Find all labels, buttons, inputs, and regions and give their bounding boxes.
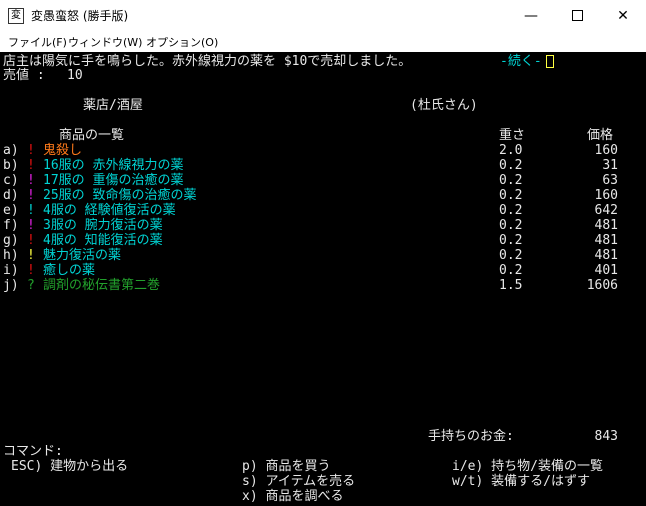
- item-price: 481: [594, 233, 618, 248]
- item-price: 160: [594, 188, 618, 203]
- item-mark-icon: ?: [27, 278, 35, 293]
- app-icon[interactable]: 変: [8, 8, 24, 24]
- item-key[interactable]: b): [3, 158, 19, 173]
- item-price: 160: [594, 143, 618, 158]
- sale-price-value: 10: [67, 68, 83, 83]
- item-weight: 0.2: [499, 218, 523, 233]
- menu-file[interactable]: ファイル(F): [8, 34, 67, 50]
- item-name: 癒しの薬: [43, 263, 96, 278]
- item-name: 4服の 知能復活の薬: [43, 233, 163, 248]
- command-sell[interactable]: s) アイテムを売る: [242, 474, 355, 489]
- item-key[interactable]: e): [3, 203, 19, 218]
- maximize-button[interactable]: [554, 0, 600, 31]
- menu-window[interactable]: ウィンドウ(W): [68, 34, 142, 50]
- more-prompt: -続く-: [500, 54, 542, 69]
- minimize-button[interactable]: —: [508, 0, 554, 31]
- item-mark-icon: !: [27, 233, 35, 248]
- item-price: 1606: [586, 278, 618, 293]
- close-button[interactable]: ✕: [600, 0, 646, 31]
- item-name: 25服の 致命傷の治癒の薬: [43, 188, 197, 203]
- item-weight: 0.2: [499, 248, 523, 263]
- item-price: 63: [602, 173, 618, 188]
- item-weight: 2.0: [499, 143, 523, 158]
- item-name: 17服の 重傷の治癒の薬: [43, 173, 184, 188]
- store-name: 薬店/酒屋: [83, 98, 143, 113]
- item-name: 3服の 腕力復活の薬: [43, 218, 163, 233]
- item-key[interactable]: a): [3, 143, 19, 158]
- item-price: 642: [594, 203, 618, 218]
- item-weight: 0.2: [499, 188, 523, 203]
- command-buy[interactable]: p) 商品を買う: [242, 459, 330, 474]
- item-key[interactable]: d): [3, 188, 19, 203]
- item-key[interactable]: j): [3, 278, 19, 293]
- item-price: 481: [594, 218, 618, 233]
- item-name: 16服の 赤外線視力の薬: [43, 158, 184, 173]
- gold-label: 手持ちのお金:: [428, 429, 514, 444]
- store-owner: (杜氏さん): [410, 98, 478, 113]
- title-bar: 変 変愚蛮怒 (勝手版) — ✕: [0, 0, 646, 31]
- item-key[interactable]: h): [3, 248, 19, 263]
- command-exit[interactable]: ESC) 建物から出る: [11, 459, 128, 474]
- item-key[interactable]: i): [3, 263, 19, 278]
- message-text: 店主は陽気に手を鳴らした。赤外線視力の薬を $10で売却しました。: [3, 54, 412, 69]
- item-weight: 0.2: [499, 173, 523, 188]
- item-name: 鬼殺し: [43, 143, 83, 158]
- command-examine[interactable]: x) 商品を調べる: [242, 489, 343, 504]
- item-price: 481: [594, 248, 618, 263]
- item-mark-icon: !: [27, 188, 35, 203]
- item-key[interactable]: c): [3, 173, 19, 188]
- item-key[interactable]: g): [3, 233, 19, 248]
- command-wear[interactable]: w/t) 装備する/はずす: [452, 474, 590, 489]
- maximize-icon: [571, 10, 583, 21]
- item-weight: 0.2: [499, 263, 523, 278]
- item-weight: 0.2: [499, 158, 523, 173]
- item-weight: 0.2: [499, 203, 523, 218]
- item-name: 魅力復活の薬: [43, 248, 122, 263]
- item-mark-icon: !: [27, 248, 35, 263]
- text-cursor: [546, 55, 554, 68]
- item-mark-icon: !: [27, 263, 35, 278]
- game-terminal[interactable]: 店主は陽気に手を鳴らした。赤外線視力の薬を $10で売却しました。 -続く- 売…: [0, 52, 646, 506]
- item-mark-icon: !: [27, 218, 35, 233]
- item-list-title: 商品の一覧: [59, 128, 125, 143]
- item-weight: 1.5: [499, 278, 523, 293]
- price-column-header: 価格: [587, 128, 614, 143]
- menu-options[interactable]: オプション(O): [146, 34, 218, 50]
- item-mark-icon: !: [27, 143, 35, 158]
- item-mark-icon: !: [27, 173, 35, 188]
- item-price: 31: [602, 158, 618, 173]
- menu-bar: ファイル(F) ウィンドウ(W) オプション(O): [0, 31, 646, 52]
- weight-column-header: 重さ: [499, 128, 526, 143]
- item-name: 4服の 経験値復活の薬: [43, 203, 176, 218]
- window-title: 変愚蛮怒 (勝手版): [31, 9, 129, 23]
- item-price: 401: [594, 263, 618, 278]
- sale-price-label: 売値 :: [3, 68, 45, 83]
- item-key[interactable]: f): [3, 218, 19, 233]
- item-weight: 0.2: [499, 233, 523, 248]
- gold-value: 843: [594, 429, 618, 444]
- item-mark-icon: !: [27, 158, 35, 173]
- item-mark-icon: !: [27, 203, 35, 218]
- item-name: 調剤の秘伝書第二巻: [43, 278, 161, 293]
- command-title: コマンド:: [3, 444, 63, 459]
- command-inventory[interactable]: i/e) 持ち物/装備の一覧: [452, 459, 603, 474]
